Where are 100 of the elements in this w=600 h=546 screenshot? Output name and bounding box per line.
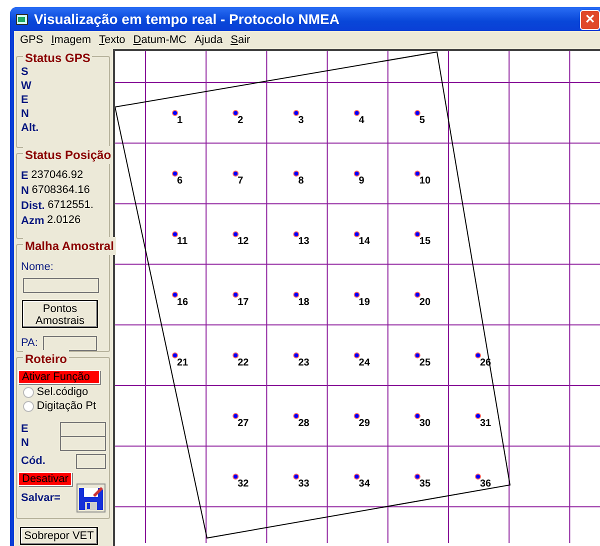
field-label: Azm bbox=[21, 214, 44, 228]
field-label: N bbox=[21, 436, 29, 450]
input-field[interactable] bbox=[60, 436, 106, 450]
point-label: 29 bbox=[358, 418, 370, 429]
sample-point[interactable] bbox=[414, 474, 420, 480]
radio-button[interactable] bbox=[23, 401, 34, 412]
sample-point[interactable] bbox=[414, 170, 420, 177]
point-label: 35 bbox=[419, 478, 431, 490]
point-label: 31 bbox=[480, 418, 492, 429]
point-label: 16 bbox=[177, 296, 188, 308]
input-field[interactable] bbox=[60, 422, 106, 436]
menu-item[interactable]: Sair bbox=[226, 32, 254, 48]
input-field[interactable] bbox=[76, 454, 106, 468]
sample-point[interactable] bbox=[293, 413, 300, 419]
point-label: 9 bbox=[358, 176, 364, 187]
point-label: 13 bbox=[298, 236, 310, 248]
point-label: 19 bbox=[358, 296, 370, 308]
sample-point[interactable] bbox=[293, 231, 300, 238]
sample-point[interactable] bbox=[232, 110, 239, 116]
field-label: Dist. bbox=[21, 198, 45, 212]
name-field[interactable] bbox=[23, 278, 99, 292]
field-label: N bbox=[21, 107, 29, 121]
sample-point[interactable] bbox=[414, 110, 420, 116]
sample-point[interactable] bbox=[232, 413, 239, 419]
field-label: Salvar= bbox=[21, 491, 60, 505]
point-label: 14 bbox=[358, 236, 370, 248]
field-label: W bbox=[21, 79, 32, 93]
field-value: 2.0126 bbox=[46, 213, 81, 228]
radio-label: Sel.código bbox=[36, 385, 88, 400]
point-label: 32 bbox=[238, 478, 249, 490]
field-value: 6712551. bbox=[48, 198, 94, 214]
sample-point[interactable] bbox=[232, 292, 239, 298]
overlay-button[interactable]: Sobrepor VET bbox=[20, 527, 98, 545]
sample-point[interactable] bbox=[232, 474, 239, 480]
sample-point[interactable] bbox=[414, 292, 420, 298]
point-label: 30 bbox=[419, 418, 431, 429]
point-label: 3 bbox=[298, 115, 304, 126]
sample-point[interactable] bbox=[232, 352, 239, 358]
radio-label: Digitação Pt bbox=[36, 399, 96, 414]
menu-item[interactable]: Imagem bbox=[47, 32, 95, 48]
deactivate-button[interactable]: Desativar bbox=[18, 472, 72, 486]
point-label: 18 bbox=[298, 296, 310, 308]
sample-point[interactable] bbox=[354, 170, 360, 177]
sample-point[interactable] bbox=[414, 231, 420, 238]
point-label: 22 bbox=[238, 357, 249, 368]
point-label: 25 bbox=[419, 357, 431, 368]
group-title: Status Posição bbox=[23, 146, 114, 164]
point-label: 15 bbox=[419, 236, 431, 248]
point-label: 8 bbox=[298, 176, 304, 187]
sample-point[interactable] bbox=[172, 231, 178, 238]
field-label: N bbox=[21, 184, 29, 198]
sample-point[interactable] bbox=[172, 110, 178, 116]
activate-button[interactable]: Ativar Função bbox=[18, 370, 100, 384]
sample-point[interactable] bbox=[293, 292, 300, 298]
menu-item[interactable]: Ajuda bbox=[190, 32, 227, 48]
sample-point[interactable] bbox=[172, 292, 178, 298]
sample-point[interactable] bbox=[414, 413, 420, 419]
sample-point[interactable] bbox=[354, 110, 360, 116]
field-label: Alt. bbox=[21, 121, 39, 135]
sample-point[interactable] bbox=[354, 352, 360, 358]
sample-point[interactable] bbox=[475, 352, 481, 358]
point-label: 4 bbox=[358, 115, 364, 126]
point-label: 21 bbox=[177, 357, 188, 368]
point-label: 1 bbox=[177, 115, 183, 126]
field-value: 237046.92 bbox=[31, 168, 84, 184]
sample-point[interactable] bbox=[475, 474, 481, 480]
field-label: E bbox=[21, 422, 28, 436]
close-button[interactable]: × bbox=[580, 10, 600, 30]
point-label: 12 bbox=[238, 236, 249, 248]
point-label: 20 bbox=[419, 296, 431, 308]
sample-point[interactable] bbox=[354, 413, 360, 419]
points-button[interactable]: Pontos Amostrais bbox=[22, 300, 98, 328]
sample-point[interactable] bbox=[354, 231, 360, 238]
sample-point[interactable] bbox=[232, 170, 239, 177]
sample-point[interactable] bbox=[172, 170, 178, 177]
sample-point[interactable] bbox=[232, 231, 239, 238]
sample-point[interactable] bbox=[354, 474, 360, 480]
point-label: 11 bbox=[177, 236, 188, 248]
point-label: 24 bbox=[358, 357, 370, 368]
point-label: 34 bbox=[358, 478, 370, 490]
sample-point[interactable] bbox=[475, 413, 481, 419]
point-label: 23 bbox=[298, 357, 310, 368]
pa-field[interactable] bbox=[43, 336, 98, 351]
window-title: Visualização em tempo real - Protocolo NMEA bbox=[34, 10, 340, 29]
sample-point[interactable] bbox=[172, 352, 178, 358]
sample-point[interactable] bbox=[293, 474, 300, 480]
menu-item[interactable]: Datum-MC bbox=[129, 32, 190, 48]
sample-point[interactable] bbox=[293, 110, 300, 116]
sample-point[interactable] bbox=[354, 292, 360, 298]
field-label: E bbox=[21, 93, 28, 107]
radio-button[interactable] bbox=[23, 387, 34, 398]
sample-point[interactable] bbox=[293, 352, 300, 358]
menu-item[interactable]: GPS bbox=[16, 32, 48, 48]
sample-point[interactable] bbox=[414, 352, 420, 358]
point-label: 27 bbox=[238, 418, 249, 429]
menu-item[interactable]: Texto bbox=[94, 32, 130, 48]
field-label: Cód. bbox=[21, 454, 46, 468]
sample-point[interactable] bbox=[293, 170, 300, 177]
point-label: 5 bbox=[419, 115, 425, 126]
field-label: Nome: bbox=[21, 260, 54, 275]
